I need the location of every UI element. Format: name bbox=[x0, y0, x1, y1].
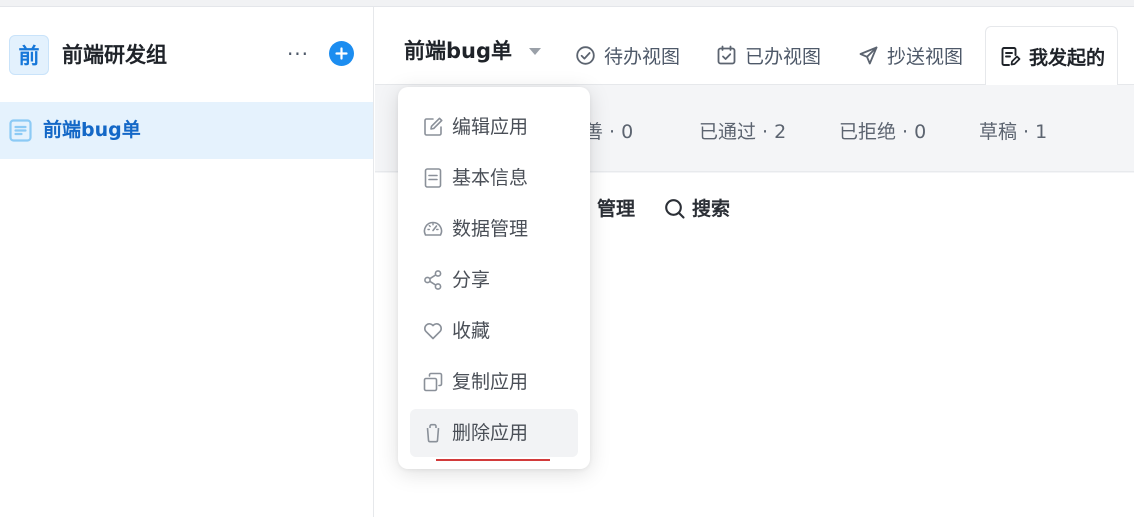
tab-label: 抄送视图 bbox=[887, 45, 964, 68]
menu-item-basic-info[interactable]: 基本信息 bbox=[410, 154, 578, 202]
menu-item-favorite[interactable]: 收藏 bbox=[410, 307, 578, 355]
more-icon: ··· bbox=[286, 42, 310, 66]
tab-label: 我发起的 bbox=[1029, 46, 1106, 69]
send-icon bbox=[859, 46, 878, 64]
menu-item-label: 基本信息 bbox=[452, 167, 529, 189]
menu-item-share[interactable]: 分享 bbox=[410, 256, 578, 304]
trash-icon bbox=[426, 423, 440, 443]
filter-draft[interactable]: 草稿 · 1 bbox=[979, 120, 1047, 144]
gauge-icon bbox=[423, 221, 443, 236]
filter-approved[interactable]: 已通过 · 2 bbox=[699, 120, 786, 144]
edit-icon bbox=[424, 117, 443, 136]
menu-item-label: 复制应用 bbox=[452, 371, 529, 393]
app-menu-caret-icon[interactable] bbox=[529, 48, 541, 55]
menu-item-copy-app[interactable]: 复制应用 bbox=[410, 358, 578, 406]
window-top-edge bbox=[0, 0, 1134, 7]
sidebar-header: 前 前端研发组 ··· bbox=[0, 7, 373, 101]
tab-todo-view[interactable]: 待办视图 bbox=[575, 41, 680, 69]
note-edit-icon bbox=[1001, 46, 1021, 66]
filter-rejected[interactable]: 已拒绝 · 0 bbox=[839, 120, 926, 144]
more-options-button[interactable]: ··· bbox=[284, 40, 312, 68]
tab-my-initiated[interactable]: 我发起的 bbox=[985, 26, 1119, 85]
delete-underline-mark bbox=[436, 459, 550, 461]
sidebar-item-label: 前端bug单 bbox=[43, 119, 141, 141]
sidebar: 前 前端研发组 ··· 前端bug单 bbox=[0, 7, 374, 517]
manage-label: 管理 bbox=[597, 198, 636, 220]
copy-icon bbox=[423, 372, 443, 392]
search-icon bbox=[665, 199, 685, 219]
calendar-check-icon bbox=[717, 45, 736, 64]
menu-item-delete-app[interactable]: 删除应用 bbox=[410, 409, 578, 457]
menu-item-edit-app[interactable]: 编辑应用 bbox=[410, 103, 578, 151]
menu-item-data-manage[interactable]: 数据管理 bbox=[410, 205, 578, 253]
menu-item-label: 编辑应用 bbox=[452, 116, 529, 138]
search-button[interactable]: 搜索 bbox=[664, 197, 730, 221]
search-label: 搜索 bbox=[692, 198, 731, 220]
app-title[interactable]: 前端bug单 bbox=[404, 37, 512, 65]
menu-item-label: 数据管理 bbox=[452, 218, 529, 240]
form-icon bbox=[9, 119, 32, 142]
tab-label: 待办视图 bbox=[604, 45, 681, 68]
check-circle-icon bbox=[576, 45, 595, 65]
sidebar-item-frontend-bug[interactable]: 前端bug单 bbox=[0, 102, 373, 159]
tab-label: 已办视图 bbox=[745, 45, 822, 68]
menu-item-label: 删除应用 bbox=[452, 422, 529, 444]
tab-cc-view[interactable]: 抄送视图 bbox=[858, 41, 963, 69]
app-header: 前端bug单 待办视图 已办视图 抄送视图 我发起的 bbox=[375, 7, 1134, 85]
menu-item-label: 收藏 bbox=[452, 320, 491, 342]
group-name: 前端研发组 bbox=[62, 43, 167, 67]
share-icon bbox=[424, 270, 442, 290]
document-icon bbox=[424, 168, 442, 188]
manage-button[interactable]: 管理 bbox=[597, 197, 635, 221]
menu-item-label: 分享 bbox=[452, 269, 491, 291]
app-actions-menu: 编辑应用 基本信息 数据管理 分享 收藏 复制应用 删除应用 bbox=[398, 87, 590, 469]
tab-done-view[interactable]: 已办视图 bbox=[716, 41, 821, 69]
add-app-button[interactable] bbox=[329, 41, 354, 66]
heart-icon bbox=[424, 323, 442, 340]
group-avatar[interactable]: 前 bbox=[9, 35, 49, 75]
plus-icon bbox=[335, 47, 348, 60]
